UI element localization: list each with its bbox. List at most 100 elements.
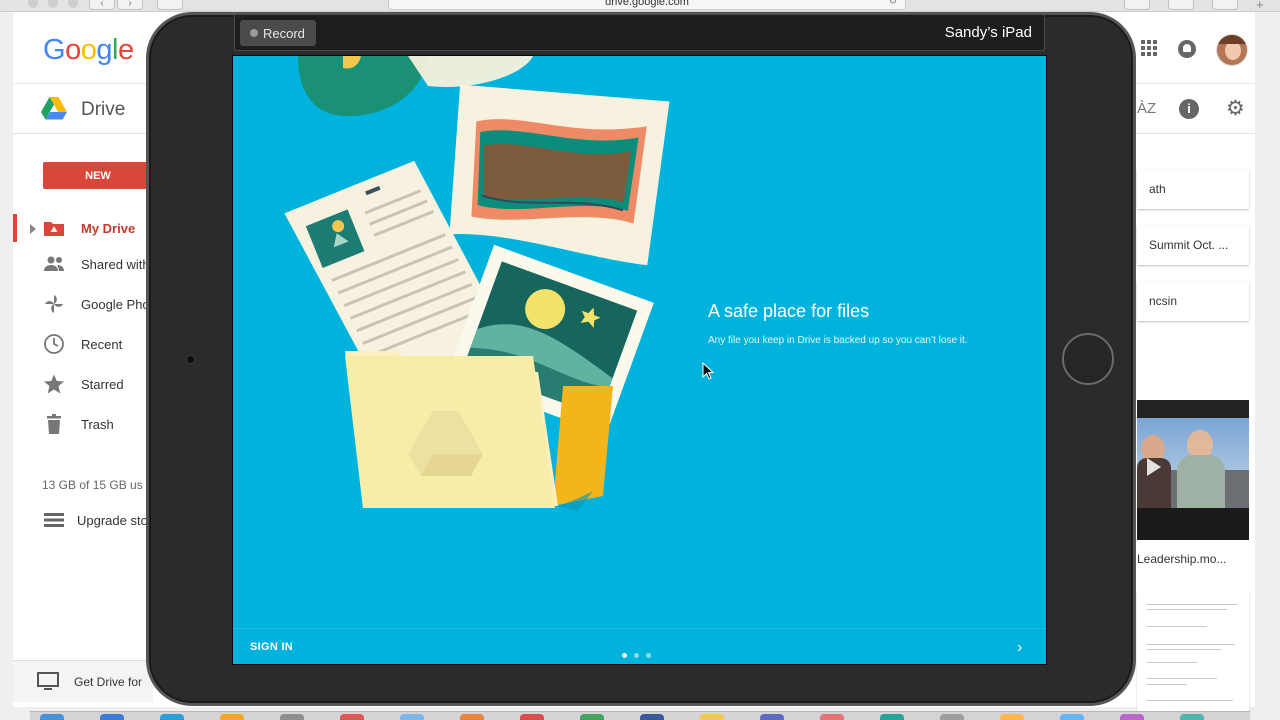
- upgrade-storage-link[interactable]: Upgrade sto: [13, 504, 153, 536]
- drive-folder-icon: [44, 222, 64, 236]
- mac-dock: [30, 711, 1250, 720]
- page-dot[interactable]: [646, 653, 651, 658]
- sidebar-item-my-drive[interactable]: My Drive: [13, 212, 153, 244]
- new-tab-icon[interactable]: +: [1256, 0, 1264, 12]
- forward-button[interactable]: ›: [117, 0, 143, 10]
- mouse-cursor-icon: [702, 362, 714, 380]
- file-card[interactable]: ath: [1137, 169, 1249, 209]
- reload-icon[interactable]: ↻: [889, 0, 897, 7]
- dock-app-icon[interactable]: [1060, 714, 1084, 720]
- dock-app-icon[interactable]: [400, 714, 424, 720]
- dock-app-icon[interactable]: [1000, 714, 1024, 720]
- sidebar-item-label: Starred: [81, 377, 124, 392]
- desktop-icon: [37, 672, 59, 690]
- dock-app-icon[interactable]: [940, 714, 964, 720]
- file-name: ath: [1149, 182, 1166, 196]
- sidebar-item-label: Recent: [81, 337, 123, 352]
- sidebar-item-trash[interactable]: Trash: [13, 408, 153, 440]
- dock-app-icon[interactable]: [460, 714, 484, 720]
- dock-app-icon[interactable]: [1180, 714, 1204, 720]
- file-card[interactable]: ncsin: [1137, 281, 1249, 321]
- sidebar-toggle-button[interactable]: [157, 0, 183, 10]
- address-bar[interactable]: drive.google.com ↻: [388, 0, 906, 10]
- record-bar: Record Sandy’s iPad: [234, 14, 1045, 51]
- dock-app-icon[interactable]: [760, 714, 784, 720]
- ipad-screen: A safe place for files Any file you keep…: [232, 55, 1047, 665]
- people-icon: [44, 256, 64, 271]
- apps-grid-icon[interactable]: [1141, 40, 1157, 56]
- sign-in-button[interactable]: SIGN IN: [250, 641, 293, 653]
- sidebar-item-label: Google Pho: [81, 297, 150, 312]
- video-thumbnail[interactable]: [1137, 400, 1249, 540]
- clock-icon: [44, 334, 64, 354]
- sidebar-item-label: My Drive: [81, 221, 136, 236]
- chevron-left-icon: ‹: [100, 0, 104, 9]
- dock-app-icon[interactable]: [100, 714, 124, 720]
- drive-logo-icon: [41, 97, 67, 120]
- dock-app-icon[interactable]: [160, 714, 184, 720]
- tabs-button[interactable]: [1212, 0, 1238, 10]
- record-label: Record: [263, 26, 305, 41]
- file-name: Summit Oct. ...: [1149, 238, 1229, 252]
- files-illustration: [284, 56, 670, 511]
- pinwheel-icon: [45, 295, 63, 313]
- page-dot[interactable]: [622, 653, 627, 658]
- record-dot-icon: [250, 29, 258, 37]
- gear-icon[interactable]: ⚙: [1226, 96, 1245, 121]
- page-indicator[interactable]: [622, 645, 658, 663]
- play-icon[interactable]: [1147, 458, 1161, 476]
- dock-app-icon[interactable]: [40, 714, 64, 720]
- sidebar-item-shared[interactable]: Shared with: [13, 248, 153, 280]
- record-button[interactable]: Record: [240, 20, 316, 46]
- star-icon: [44, 374, 64, 394]
- camera-icon: [186, 355, 195, 364]
- browser-toolbar: ‹ › drive.google.com ↻ +: [0, 0, 1280, 12]
- google-logo[interactable]: Google: [43, 34, 134, 67]
- device-name: Sandy’s iPad: [944, 24, 1032, 41]
- upgrade-label: Upgrade sto: [77, 513, 148, 528]
- get-drive-banner[interactable]: Get Drive for: [13, 660, 153, 702]
- close-window-icon[interactable]: [28, 0, 38, 8]
- get-drive-label: Get Drive for: [74, 675, 143, 689]
- sort-az-icon[interactable]: ÀZ: [1137, 100, 1156, 117]
- share-button[interactable]: [1168, 0, 1194, 10]
- storage-stack-icon: [44, 513, 64, 527]
- zoom-window-icon[interactable]: [68, 0, 78, 8]
- dock-app-icon[interactable]: [280, 714, 304, 720]
- page-dot[interactable]: [634, 653, 639, 658]
- dock-app-icon[interactable]: [820, 714, 844, 720]
- sidebar-item-starred[interactable]: Starred: [13, 368, 153, 400]
- onboarding-subline: Any file you keep in Drive is backed up …: [708, 335, 968, 346]
- sidebar-item-label: Shared with: [81, 257, 150, 272]
- minimize-window-icon[interactable]: [48, 0, 58, 8]
- trash-icon: [47, 414, 61, 434]
- notifications-bell-icon[interactable]: [1178, 40, 1196, 58]
- app-title: Drive: [81, 99, 126, 120]
- video-file-name: Leadership.mo...: [1137, 552, 1227, 566]
- onboarding-headline: A safe place for files: [708, 301, 870, 321]
- dock-app-icon[interactable]: [520, 714, 544, 720]
- file-card[interactable]: Summit Oct. ...: [1137, 225, 1249, 265]
- onboarding-footer: SIGN IN ›: [233, 628, 1046, 664]
- dock-app-icon[interactable]: [880, 714, 904, 720]
- dock-app-icon[interactable]: [1120, 714, 1144, 720]
- back-button[interactable]: ‹: [89, 0, 115, 10]
- sidebar-item-google-photos[interactable]: Google Pho: [13, 288, 153, 320]
- new-button-label: NEW: [85, 170, 111, 182]
- avatar[interactable]: [1216, 34, 1248, 66]
- file-name: ncsin: [1149, 294, 1178, 308]
- dock-app-icon[interactable]: [580, 714, 604, 720]
- info-icon[interactable]: i: [1179, 99, 1199, 119]
- dock-app-icon[interactable]: [700, 714, 724, 720]
- dock-app-icon[interactable]: [220, 714, 244, 720]
- dock-app-icon[interactable]: [640, 714, 664, 720]
- downloads-button[interactable]: [1124, 0, 1150, 10]
- document-thumbnail[interactable]: [1137, 592, 1249, 717]
- sidebar-item-label: Trash: [81, 417, 114, 432]
- next-chevron-icon[interactable]: ›: [1017, 639, 1022, 657]
- home-button[interactable]: [1062, 333, 1114, 385]
- storage-usage-text: 13 GB of 15 GB us: [42, 478, 143, 492]
- dock-app-icon[interactable]: [340, 714, 364, 720]
- sidebar-item-recent[interactable]: Recent: [13, 328, 153, 360]
- url-text: drive.google.com: [605, 0, 689, 8]
